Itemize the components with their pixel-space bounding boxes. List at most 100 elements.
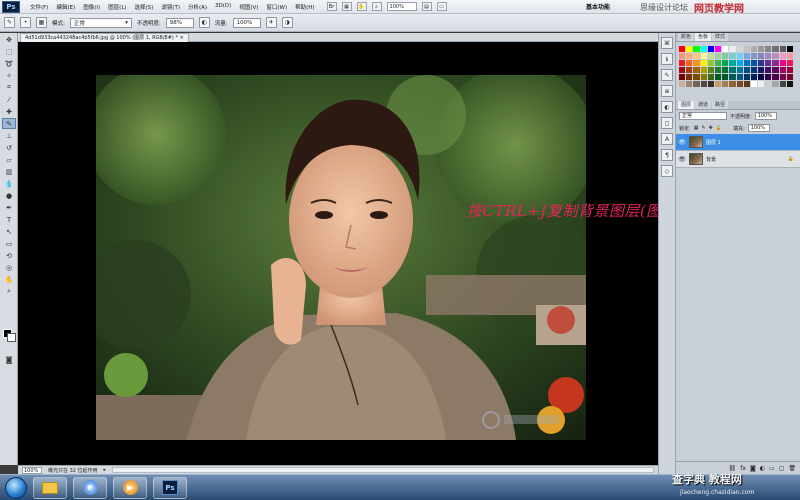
eye-icon[interactable]: 👁 xyxy=(678,139,686,146)
color-swatch[interactable] xyxy=(772,67,779,73)
type-tool-icon[interactable]: T xyxy=(2,214,16,225)
color-swatch[interactable] xyxy=(686,81,693,87)
color-swatch[interactable] xyxy=(786,46,793,52)
taskbar-photoshop[interactable]: Ps xyxy=(153,476,187,499)
color-swatch[interactable] xyxy=(700,81,707,87)
dodge-tool-icon[interactable]: ● xyxy=(2,190,16,201)
menu-analysis[interactable]: 分析(A) xyxy=(184,3,211,11)
brush-panel-icon[interactable]: ▦ xyxy=(36,17,47,28)
menu-window[interactable]: 窗口(W) xyxy=(262,3,291,11)
color-swatch[interactable] xyxy=(707,60,714,66)
tab-swatches[interactable]: 色板 xyxy=(695,33,712,41)
color-swatch[interactable] xyxy=(679,60,686,66)
color-swatch[interactable] xyxy=(736,46,743,52)
flow-input[interactable]: 100% xyxy=(232,17,261,28)
taskbar-media[interactable]: ▶ xyxy=(113,476,147,499)
color-swatch[interactable] xyxy=(707,67,714,73)
paragraph-panel-icon[interactable]: ¶ xyxy=(661,149,673,161)
opacity-input[interactable]: 98% xyxy=(165,17,194,28)
color-swatch[interactable] xyxy=(722,53,729,59)
color-swatch[interactable] xyxy=(765,81,772,87)
color-swatch[interactable] xyxy=(786,60,793,66)
color-swatch[interactable] xyxy=(686,53,693,59)
stamp-tool-icon[interactable]: ⊥ xyxy=(2,130,16,141)
color-swatch[interactable] xyxy=(779,46,786,52)
color-swatch[interactable] xyxy=(714,60,722,66)
color-swatch[interactable] xyxy=(729,60,736,66)
color-swatch[interactable] xyxy=(779,74,786,80)
color-swatch[interactable] xyxy=(772,60,779,66)
color-swatch[interactable] xyxy=(686,67,693,73)
color-swatch[interactable] xyxy=(722,67,729,73)
tab-layers[interactable]: 图层 xyxy=(678,101,695,109)
color-swatch[interactable] xyxy=(686,74,693,80)
color-swatch[interactable] xyxy=(779,60,786,66)
airbrush-icon[interactable]: ✈ xyxy=(265,17,277,28)
color-swatch[interactable] xyxy=(707,81,714,87)
color-swatch[interactable] xyxy=(750,60,758,66)
adjustment-layer-icon[interactable]: ◐ xyxy=(760,465,765,472)
lock-all-icon[interactable]: 🔒 xyxy=(716,125,722,131)
color-swatch[interactable] xyxy=(707,53,714,59)
color-swatch[interactable] xyxy=(679,46,686,52)
zoom-icon[interactable]: ⌕ xyxy=(371,2,382,11)
color-swatch[interactable] xyxy=(743,74,750,80)
delete-layer-icon[interactable]: 🗑 xyxy=(788,465,796,472)
3d-orbit-tool-icon[interactable]: ◎ xyxy=(2,262,16,273)
history-panel-icon[interactable]: ⌘ xyxy=(661,37,673,49)
taskbar-explorer[interactable] xyxy=(33,476,67,499)
color-swatch[interactable] xyxy=(700,53,707,59)
color-swatch[interactable] xyxy=(686,46,693,52)
mode-select[interactable]: 正常 ▾ xyxy=(69,17,132,28)
blur-tool-icon[interactable]: 💧 xyxy=(2,178,16,189)
color-swatch[interactable] xyxy=(700,74,707,80)
color-swatch[interactable] xyxy=(686,60,693,66)
info-panel-icon[interactable]: ℹ xyxy=(661,53,673,65)
hand-tool-icon[interactable]: ✋ xyxy=(2,274,16,285)
menu-help[interactable]: 帮助(H) xyxy=(291,3,318,11)
menu-image[interactable]: 图像(I) xyxy=(79,3,104,11)
bridge-icon[interactable]: Br xyxy=(326,2,337,11)
color-swatch[interactable] xyxy=(722,74,729,80)
fill-input[interactable]: 100% xyxy=(747,124,770,132)
color-swatch[interactable] xyxy=(750,53,758,59)
history-brush-tool-icon[interactable]: ↺ xyxy=(2,142,16,153)
document-tab[interactable]: 4d51d933ca443248ac4b5fb6.jpg @ 100% (图层 … xyxy=(20,33,189,42)
color-swatch[interactable] xyxy=(758,67,765,73)
tab-color[interactable]: 颜色 xyxy=(678,33,695,41)
color-swatch[interactable] xyxy=(765,46,772,52)
color-swatch[interactable] xyxy=(736,60,743,66)
eye-icon[interactable]: 👁 xyxy=(678,156,686,163)
color-swatch[interactable] xyxy=(693,81,700,87)
lock-move-icon[interactable]: ✥ xyxy=(709,125,713,131)
color-swatch[interactable] xyxy=(679,53,686,59)
brush-panel-icon[interactable]: ✎ xyxy=(661,69,673,81)
tab-styles[interactable]: 样式 xyxy=(712,33,729,41)
color-swatch[interactable] xyxy=(693,46,700,52)
grid-icon[interactable]: ▤ xyxy=(421,2,432,11)
color-swatch[interactable] xyxy=(700,60,707,66)
marquee-tool-icon[interactable]: ⬚ xyxy=(2,46,16,57)
color-swatch[interactable] xyxy=(729,46,736,52)
pen-tool-icon[interactable]: ✒ xyxy=(2,202,16,213)
close-icon[interactable]: × xyxy=(180,35,184,41)
menu-edit[interactable]: 编辑(E) xyxy=(52,3,79,11)
color-swatch[interactable] xyxy=(729,67,736,73)
quick-mask-icon[interactable]: ◙ xyxy=(2,354,16,365)
color-swatch[interactable] xyxy=(750,67,758,73)
taskbar-ie[interactable]: e xyxy=(73,476,107,499)
color-swatch[interactable] xyxy=(736,81,743,87)
color-swatch[interactable] xyxy=(743,53,750,59)
color-swatch[interactable] xyxy=(765,74,772,80)
pressure-opacity-icon[interactable]: ◐ xyxy=(198,17,210,28)
layer-row-layer1[interactable]: 👁 图层 1 xyxy=(676,134,800,151)
color-swatch[interactable] xyxy=(714,81,722,87)
hand-icon[interactable]: ✋ xyxy=(356,2,367,11)
color-swatch[interactable] xyxy=(743,81,750,87)
color-swatch[interactable] xyxy=(736,67,743,73)
color-swatch[interactable] xyxy=(743,46,750,52)
quick-select-tool-icon[interactable]: ✧ xyxy=(2,70,16,81)
zoom-tool-icon[interactable]: ⌕ xyxy=(2,286,16,297)
minibridge-icon[interactable]: ▦ xyxy=(341,2,352,11)
color-swatch[interactable] xyxy=(765,60,772,66)
